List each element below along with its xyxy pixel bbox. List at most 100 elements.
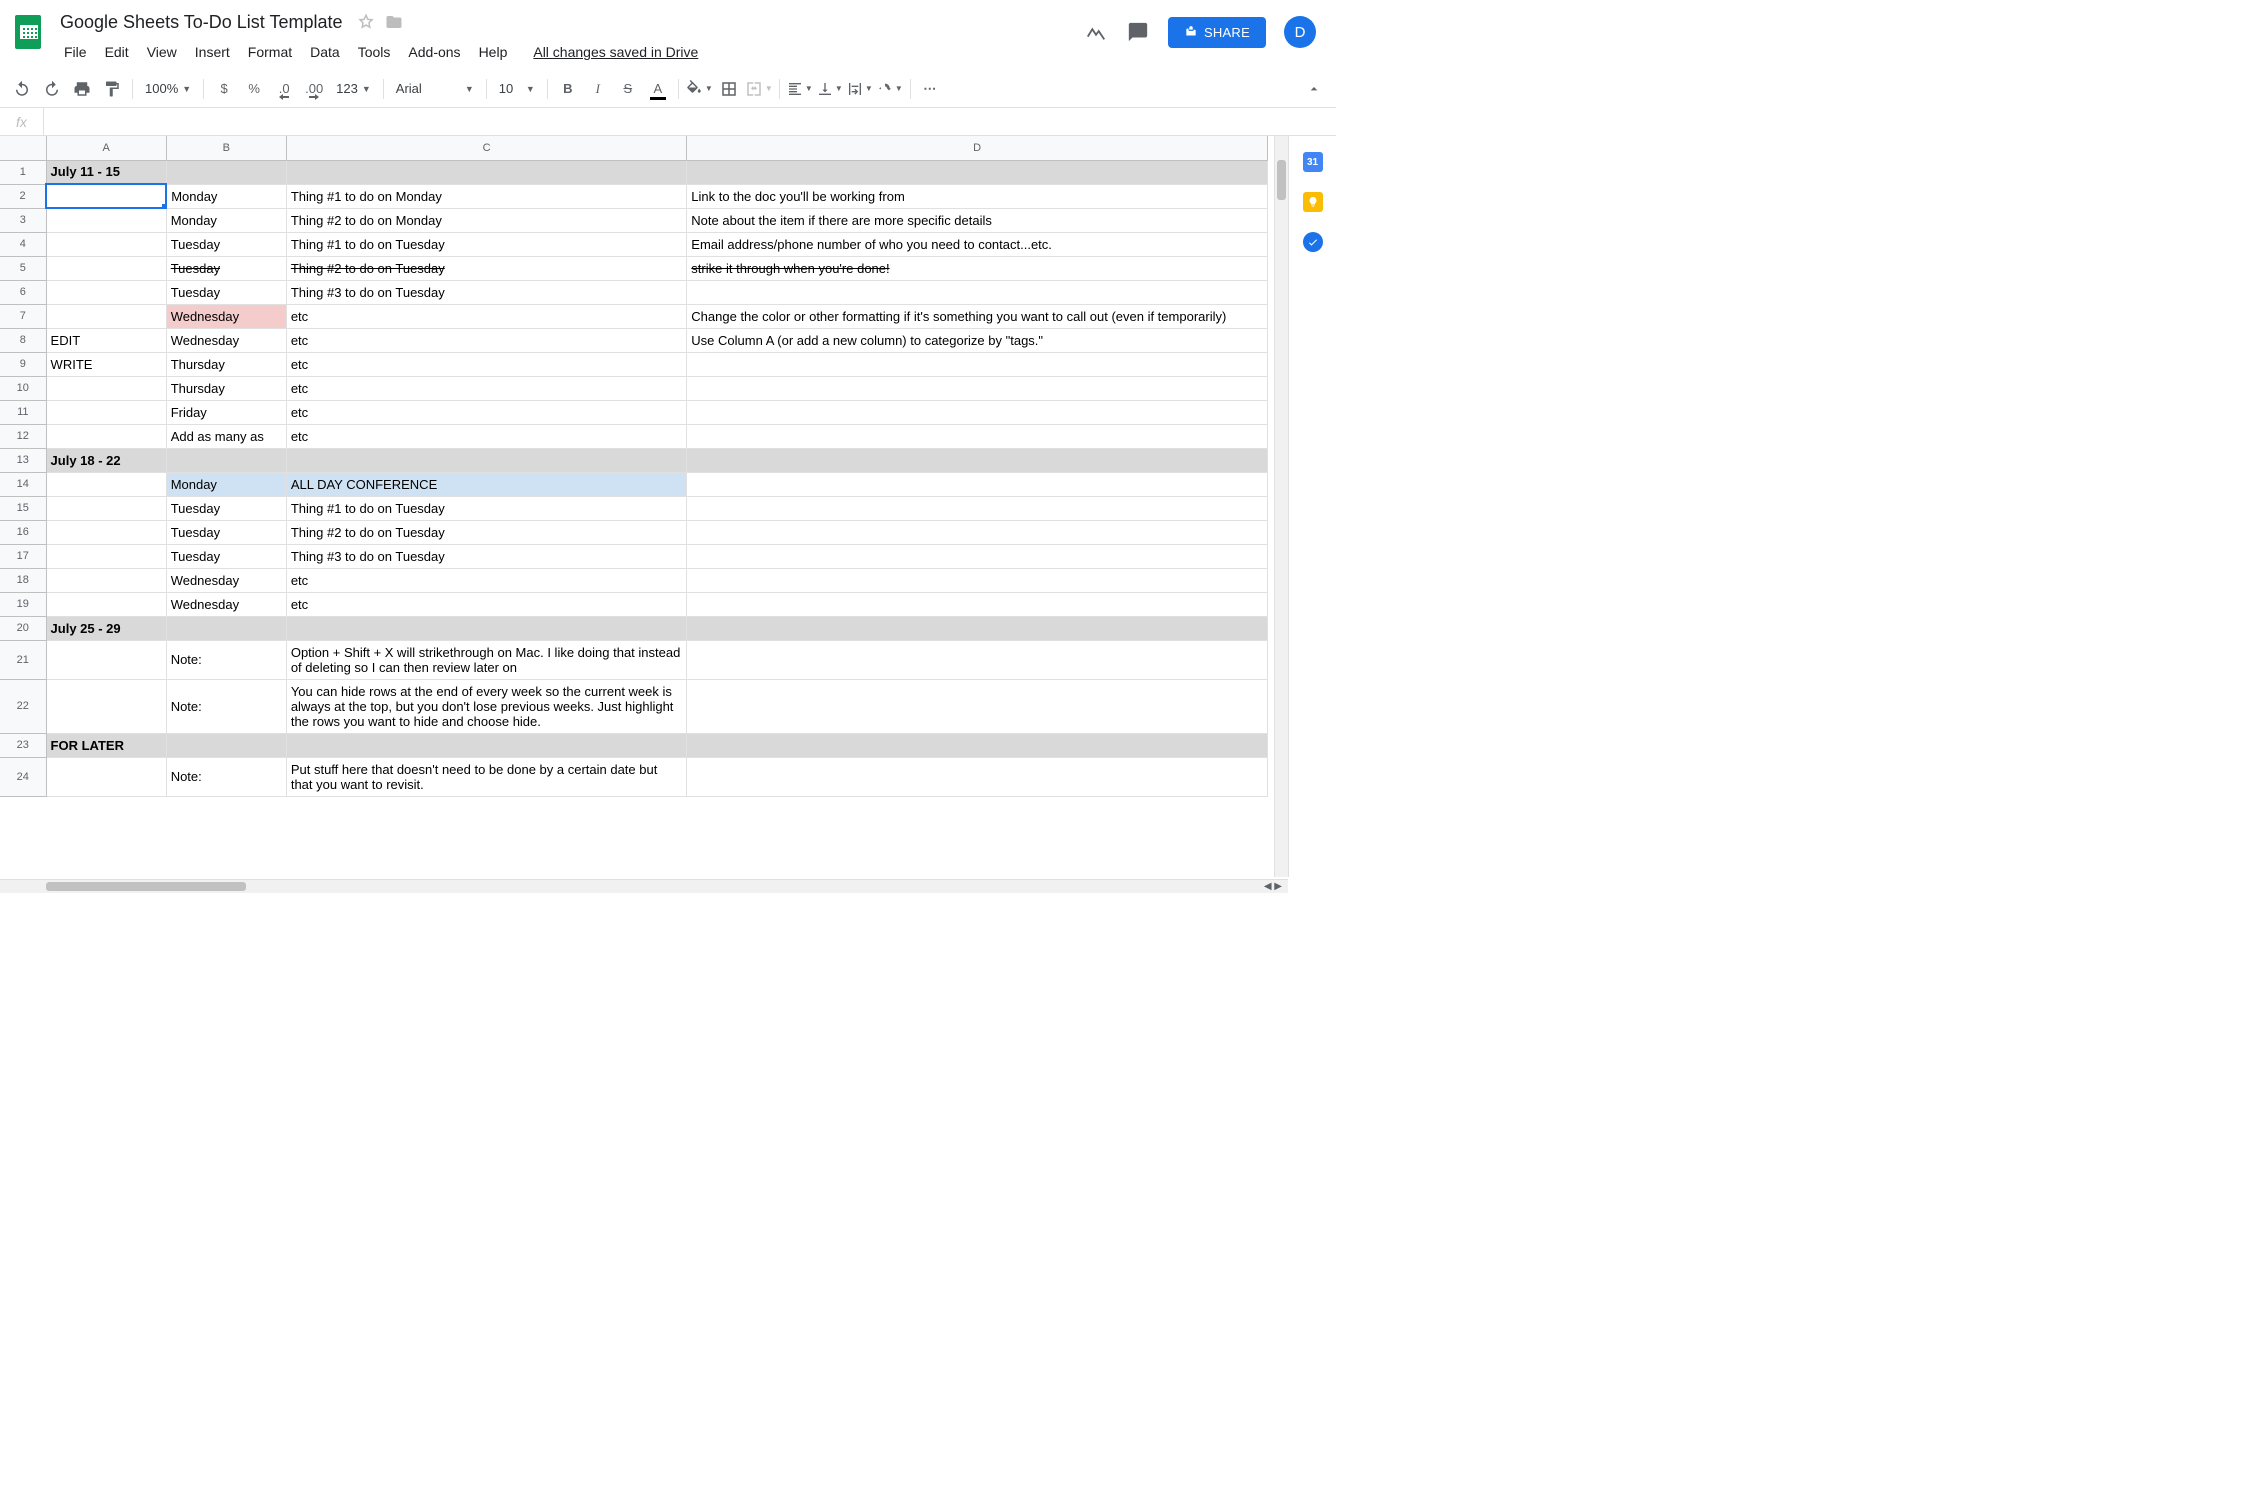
cell[interactable] [687, 448, 1268, 472]
menu-tools[interactable]: Tools [350, 40, 399, 64]
cell[interactable] [46, 304, 166, 328]
cell[interactable]: Thing #1 to do on Tuesday [286, 232, 686, 256]
sheets-logo[interactable] [8, 12, 48, 52]
menu-help[interactable]: Help [471, 40, 516, 64]
row-header[interactable]: 23 [0, 733, 46, 757]
cell[interactable]: Put stuff here that doesn't need to be d… [286, 757, 686, 796]
cell[interactable]: Monday [166, 208, 286, 232]
more-button[interactable]: ⋯ [917, 76, 945, 102]
bold-button[interactable]: B [554, 76, 582, 102]
menu-file[interactable]: File [56, 40, 95, 64]
horizontal-align-button[interactable]: ▼ [786, 76, 814, 102]
cell[interactable]: July 25 - 29 [46, 616, 166, 640]
sheet-nav-arrows[interactable]: ◀ ▶ [1258, 880, 1288, 893]
cell[interactable]: etc [286, 400, 686, 424]
column-header[interactable]: A [46, 136, 166, 160]
cell[interactable]: Note: [166, 679, 286, 733]
cell[interactable] [46, 496, 166, 520]
row-header[interactable]: 7 [0, 304, 46, 328]
cell[interactable] [687, 544, 1268, 568]
cell[interactable]: Wednesday [166, 328, 286, 352]
cell[interactable] [687, 424, 1268, 448]
cell[interactable]: Add as many as [166, 424, 286, 448]
row-header[interactable]: 2 [0, 184, 46, 208]
cell[interactable]: strike it through when you're done! [687, 256, 1268, 280]
cell[interactable]: Thing #3 to do on Tuesday [286, 280, 686, 304]
cell[interactable] [687, 472, 1268, 496]
cell[interactable] [46, 376, 166, 400]
cell[interactable] [46, 757, 166, 796]
vertical-align-button[interactable]: ▼ [816, 76, 844, 102]
cell[interactable]: July 11 - 15 [46, 160, 166, 184]
menu-add-ons[interactable]: Add-ons [400, 40, 468, 64]
cell[interactable] [166, 448, 286, 472]
cell[interactable]: Thing #2 to do on Tuesday [286, 256, 686, 280]
save-status[interactable]: All changes saved in Drive [525, 40, 706, 64]
cell[interactable] [687, 376, 1268, 400]
text-wrap-button[interactable]: ▼ [846, 76, 874, 102]
cell[interactable]: Friday [166, 400, 286, 424]
cell[interactable] [687, 520, 1268, 544]
cell[interactable] [46, 232, 166, 256]
menu-insert[interactable]: Insert [187, 40, 238, 64]
cell[interactable]: Tuesday [166, 256, 286, 280]
spreadsheet-grid[interactable]: A B C D 1July 11 - 152MondayThing #1 to … [0, 136, 1274, 877]
horizontal-scrollbar[interactable]: ◀ ▶ [0, 879, 1288, 893]
cell[interactable]: July 18 - 22 [46, 448, 166, 472]
cell[interactable] [46, 208, 166, 232]
cell[interactable] [687, 679, 1268, 733]
print-button[interactable] [68, 76, 96, 102]
italic-button[interactable]: I [584, 76, 612, 102]
row-header[interactable]: 12 [0, 424, 46, 448]
cell[interactable] [286, 733, 686, 757]
cell[interactable]: Monday [166, 472, 286, 496]
row-header[interactable]: 9 [0, 352, 46, 376]
cell[interactable] [687, 280, 1268, 304]
zoom-dropdown[interactable]: 100%▼ [139, 76, 197, 102]
menu-view[interactable]: View [139, 40, 185, 64]
cell[interactable] [46, 592, 166, 616]
text-color-button[interactable]: A [644, 76, 672, 102]
formula-input[interactable] [44, 108, 1336, 135]
cell[interactable]: Thing #3 to do on Tuesday [286, 544, 686, 568]
cell[interactable]: Wednesday [166, 592, 286, 616]
borders-button[interactable] [715, 76, 743, 102]
cell[interactable] [687, 733, 1268, 757]
row-header[interactable]: 19 [0, 592, 46, 616]
cell[interactable]: etc [286, 352, 686, 376]
row-header[interactable]: 5 [0, 256, 46, 280]
font-dropdown[interactable]: Arial▼ [390, 76, 480, 102]
number-format-dropdown[interactable]: 123▼ [330, 76, 377, 102]
cell[interactable] [46, 640, 166, 679]
strikethrough-button[interactable]: S [614, 76, 642, 102]
cell[interactable] [46, 184, 166, 208]
cell[interactable]: ALL DAY CONFERENCE [286, 472, 686, 496]
merge-cells-button[interactable]: ▼ [745, 76, 773, 102]
font-size-dropdown[interactable]: 10▼ [493, 76, 541, 102]
row-header[interactable]: 14 [0, 472, 46, 496]
row-header[interactable]: 15 [0, 496, 46, 520]
cell[interactable] [46, 679, 166, 733]
row-header[interactable]: 1 [0, 160, 46, 184]
cell[interactable]: Tuesday [166, 496, 286, 520]
row-header[interactable]: 6 [0, 280, 46, 304]
row-header[interactable]: 4 [0, 232, 46, 256]
calendar-icon[interactable]: 31 [1303, 152, 1323, 172]
cell[interactable] [166, 616, 286, 640]
cell[interactable]: etc [286, 568, 686, 592]
row-header[interactable]: 22 [0, 679, 46, 733]
document-title[interactable]: Google Sheets To-Do List Template [56, 10, 347, 35]
menu-data[interactable]: Data [302, 40, 348, 64]
increase-decimal-button[interactable]: .00 [300, 76, 328, 102]
cell[interactable] [286, 448, 686, 472]
cell[interactable]: Use Column A (or add a new column) to ca… [687, 328, 1268, 352]
row-header[interactable]: 17 [0, 544, 46, 568]
cell[interactable]: Change the color or other formatting if … [687, 304, 1268, 328]
row-header[interactable]: 3 [0, 208, 46, 232]
cell[interactable]: Email address/phone number of who you ne… [687, 232, 1268, 256]
cell[interactable]: FOR LATER [46, 733, 166, 757]
vertical-scrollbar[interactable] [1274, 136, 1288, 877]
cell[interactable]: Thing #2 to do on Tuesday [286, 520, 686, 544]
cell[interactable] [46, 472, 166, 496]
cell[interactable] [46, 280, 166, 304]
